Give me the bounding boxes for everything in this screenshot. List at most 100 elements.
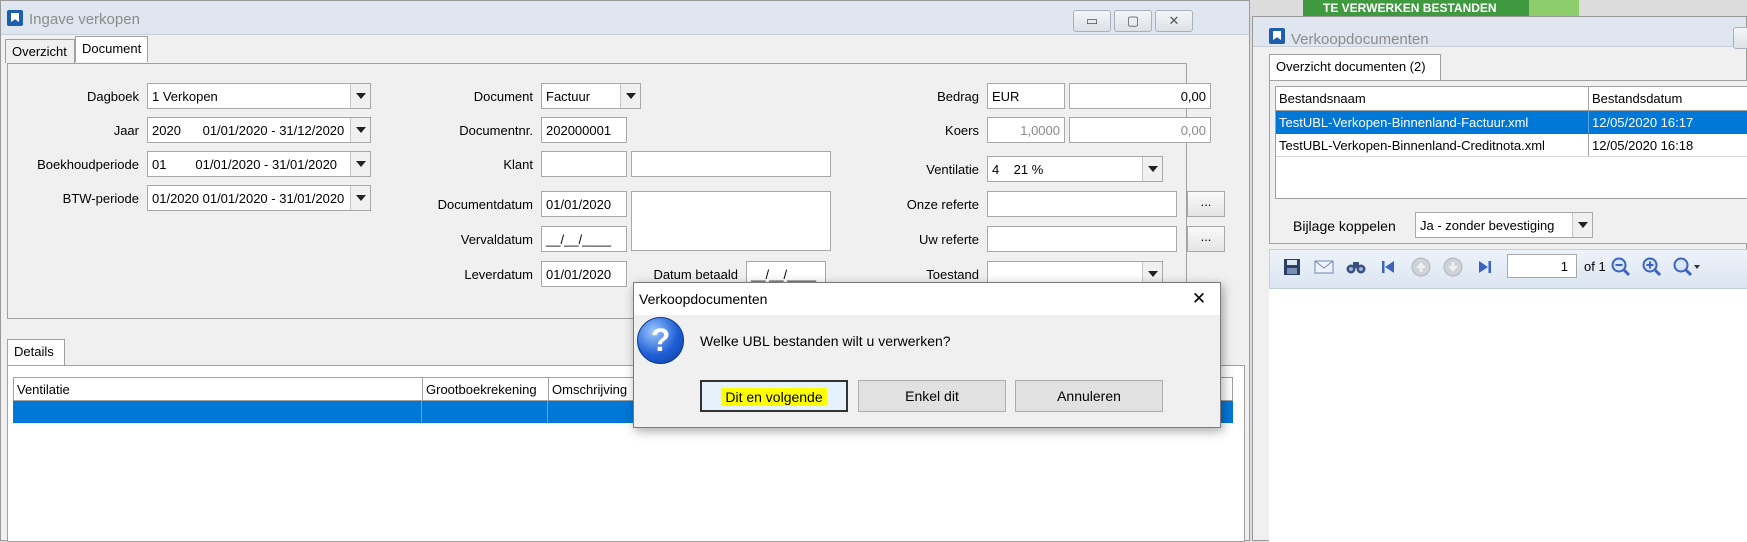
onze-referte-browse-button[interactable]: ... — [1187, 191, 1225, 217]
boekhoudperiode-combo[interactable]: 01 01/01/2020 - 31/01/2020 — [147, 151, 371, 177]
row-divider — [421, 401, 422, 423]
chevron-down-icon[interactable] — [350, 186, 370, 210]
documentnr-input[interactable]: 202000001 — [541, 117, 627, 143]
zoom-out-icon[interactable] — [1611, 257, 1631, 277]
table-row[interactable]: TestUBL-Verkopen-Binnenland-Factuur.xml … — [1276, 111, 1747, 134]
page-of-label: of 1 — [1584, 259, 1606, 274]
documentdatum-input[interactable]: 01/01/2020 — [541, 191, 627, 217]
koers-label: Koers — [945, 123, 979, 138]
dit-en-volgende-label: Dit en volgende — [721, 388, 827, 406]
app-icon — [7, 10, 23, 26]
dit-en-volgende-button[interactable]: Dit en volgende — [700, 380, 848, 412]
dialog-close-button[interactable]: ✕ — [1184, 288, 1214, 310]
vervaldatum-input[interactable]: __/__/____ — [541, 226, 627, 252]
documentnr-label: Documentnr. — [459, 123, 533, 138]
column-bestandsnaam[interactable]: Bestandsnaam — [1276, 87, 1589, 111]
previous-page-icon[interactable] — [1411, 257, 1431, 277]
uw-referte-label: Uw referte — [919, 232, 979, 247]
onze-referte-label: Onze referte — [906, 197, 979, 212]
te-verwerken-banner[interactable]: TE VERWERKEN BESTANDEN — [1303, 0, 1529, 16]
annuleren-button[interactable]: Annuleren — [1015, 380, 1163, 412]
dialog-title: Verkoopdocumenten — [639, 291, 768, 307]
uw-referte-browse-button[interactable]: ... — [1187, 226, 1225, 252]
documents-grid: Bestandsnaam Bestandsdatum TestUBL-Verko… — [1275, 86, 1747, 199]
jaar-label: Jaar — [113, 123, 139, 138]
chevron-down-icon[interactable] — [350, 84, 370, 108]
koers-input[interactable]: 1,0000 — [987, 117, 1065, 143]
row-filename: TestUBL-Verkopen-Binnenland-Creditnota.x… — [1276, 134, 1589, 156]
tab-document[interactable]: Document — [75, 36, 148, 62]
bedrag-input[interactable]: 0,00 — [1069, 83, 1211, 109]
klant-label: Klant — [503, 157, 533, 172]
maximize-button[interactable]: ▢ — [1114, 10, 1152, 32]
chevron-down-icon[interactable] — [1142, 157, 1162, 181]
column-bestandsdatum[interactable]: Bestandsdatum — [1589, 87, 1747, 111]
save-icon[interactable] — [1283, 258, 1301, 276]
enkel-dit-button[interactable]: Enkel dit — [858, 380, 1006, 412]
row-date: 12/05/2020 16:17 — [1592, 115, 1694, 130]
last-page-icon[interactable] — [1477, 259, 1493, 275]
column-grootboekrekening[interactable]: Grootboekrekening — [423, 378, 549, 400]
ventilatie-label: Ventilatie — [926, 162, 979, 177]
main-titlebar: Ingave verkopen ▭ ▢ ✕ — [1, 1, 1249, 35]
klant-code-input[interactable] — [541, 151, 627, 177]
zoom-dropdown-icon[interactable] — [1673, 257, 1701, 277]
dagboek-label: Dagboek — [86, 89, 139, 104]
zoom-in-icon[interactable] — [1642, 257, 1662, 277]
row-divider — [547, 401, 548, 423]
page-number-input[interactable]: 1 — [1507, 254, 1577, 278]
tab-overzicht-documenten[interactable]: Overzicht documenten (2) — [1269, 54, 1441, 80]
bijlage-koppelen-combo[interactable]: Ja - zonder bevestiging — [1415, 212, 1593, 238]
jaar-value: 2020 01/01/2020 - 31/12/2020 — [152, 123, 345, 138]
banner-handle[interactable] — [1529, 0, 1579, 16]
datum-betaald-label: Datum betaald — [653, 267, 738, 282]
koers-amount-input[interactable]: 0,00 — [1069, 117, 1211, 143]
minimize-button[interactable]: ▭ — [1073, 10, 1111, 32]
report-viewer-area — [1269, 289, 1747, 542]
vervaldatum-label: Vervaldatum — [460, 232, 533, 247]
btw-periode-combo[interactable]: 01/2020 01/01/2020 - 31/01/2020 — [147, 185, 371, 211]
verkoopdocumenten-window: Verkoopdocumenten Overzicht documenten (… — [1252, 16, 1747, 542]
find-binoculars-icon[interactable] — [1346, 258, 1366, 276]
close-button[interactable]: ✕ — [1155, 10, 1193, 32]
bedrag-currency-input[interactable]: EUR — [987, 83, 1065, 109]
table-row[interactable]: TestUBL-Verkopen-Binnenland-Creditnota.x… — [1276, 134, 1747, 157]
mail-icon[interactable] — [1314, 259, 1334, 275]
first-page-icon[interactable] — [1380, 259, 1396, 275]
documentdatum-label: Documentdatum — [437, 197, 533, 212]
side-minimize-button[interactable] — [1733, 27, 1747, 49]
ventilatie-combo[interactable]: 4 21 % — [987, 156, 1163, 182]
side-titlebar: Verkoopdocumenten — [1253, 17, 1747, 49]
jaar-combo[interactable]: 2020 01/01/2020 - 31/12/2020 — [147, 117, 371, 143]
onze-referte-input[interactable] — [987, 191, 1177, 217]
ventilatie-value: 4 21 % — [992, 162, 1044, 177]
side-window-title: Verkoopdocumenten — [1291, 31, 1429, 48]
next-page-icon[interactable] — [1443, 257, 1463, 277]
memo-textarea[interactable] — [631, 191, 831, 251]
tab-overzicht[interactable]: Overzicht — [5, 39, 75, 63]
dialog-titlebar: Verkoopdocumenten ✕ — [634, 283, 1220, 315]
toestand-label: Toestand — [926, 267, 979, 282]
btw-periode-label: BTW-periode — [62, 191, 139, 206]
leverdatum-input[interactable]: 01/01/2020 — [541, 261, 627, 287]
dagboek-combo[interactable]: 1 Verkopen — [147, 83, 371, 109]
boekhoudperiode-value: 01 01/01/2020 - 31/01/2020 — [152, 157, 338, 172]
chevron-down-icon[interactable] — [350, 152, 370, 176]
row-filename: TestUBL-Verkopen-Binnenland-Factuur.xml — [1276, 111, 1589, 133]
chevron-down-icon[interactable] — [350, 118, 370, 142]
column-ventilatie[interactable]: Ventilatie — [14, 378, 423, 400]
chevron-down-icon[interactable] — [620, 84, 640, 108]
dialog-message: Welke UBL bestanden wilt u verwerken? — [700, 333, 951, 349]
chevron-down-icon[interactable] — [1572, 213, 1592, 237]
klant-name-input[interactable] — [631, 151, 831, 177]
document-combo[interactable]: Factuur — [541, 83, 641, 109]
bijlage-koppelen-label: Bijlage koppelen — [1293, 218, 1396, 234]
btw-periode-value: 01/2020 01/01/2020 - 31/01/2020 — [152, 191, 345, 206]
bijlage-koppelen-value: Ja - zonder bevestiging — [1420, 218, 1555, 233]
question-icon: ? — [637, 317, 684, 364]
boekhoudperiode-label: Boekhoudperiode — [37, 157, 139, 172]
ubl-dialog: Verkoopdocumenten ✕ ? Welke UBL bestande… — [633, 282, 1221, 428]
uw-referte-input[interactable] — [987, 226, 1177, 252]
document-label: Document — [473, 89, 533, 104]
tab-details[interactable]: Details — [7, 339, 65, 365]
